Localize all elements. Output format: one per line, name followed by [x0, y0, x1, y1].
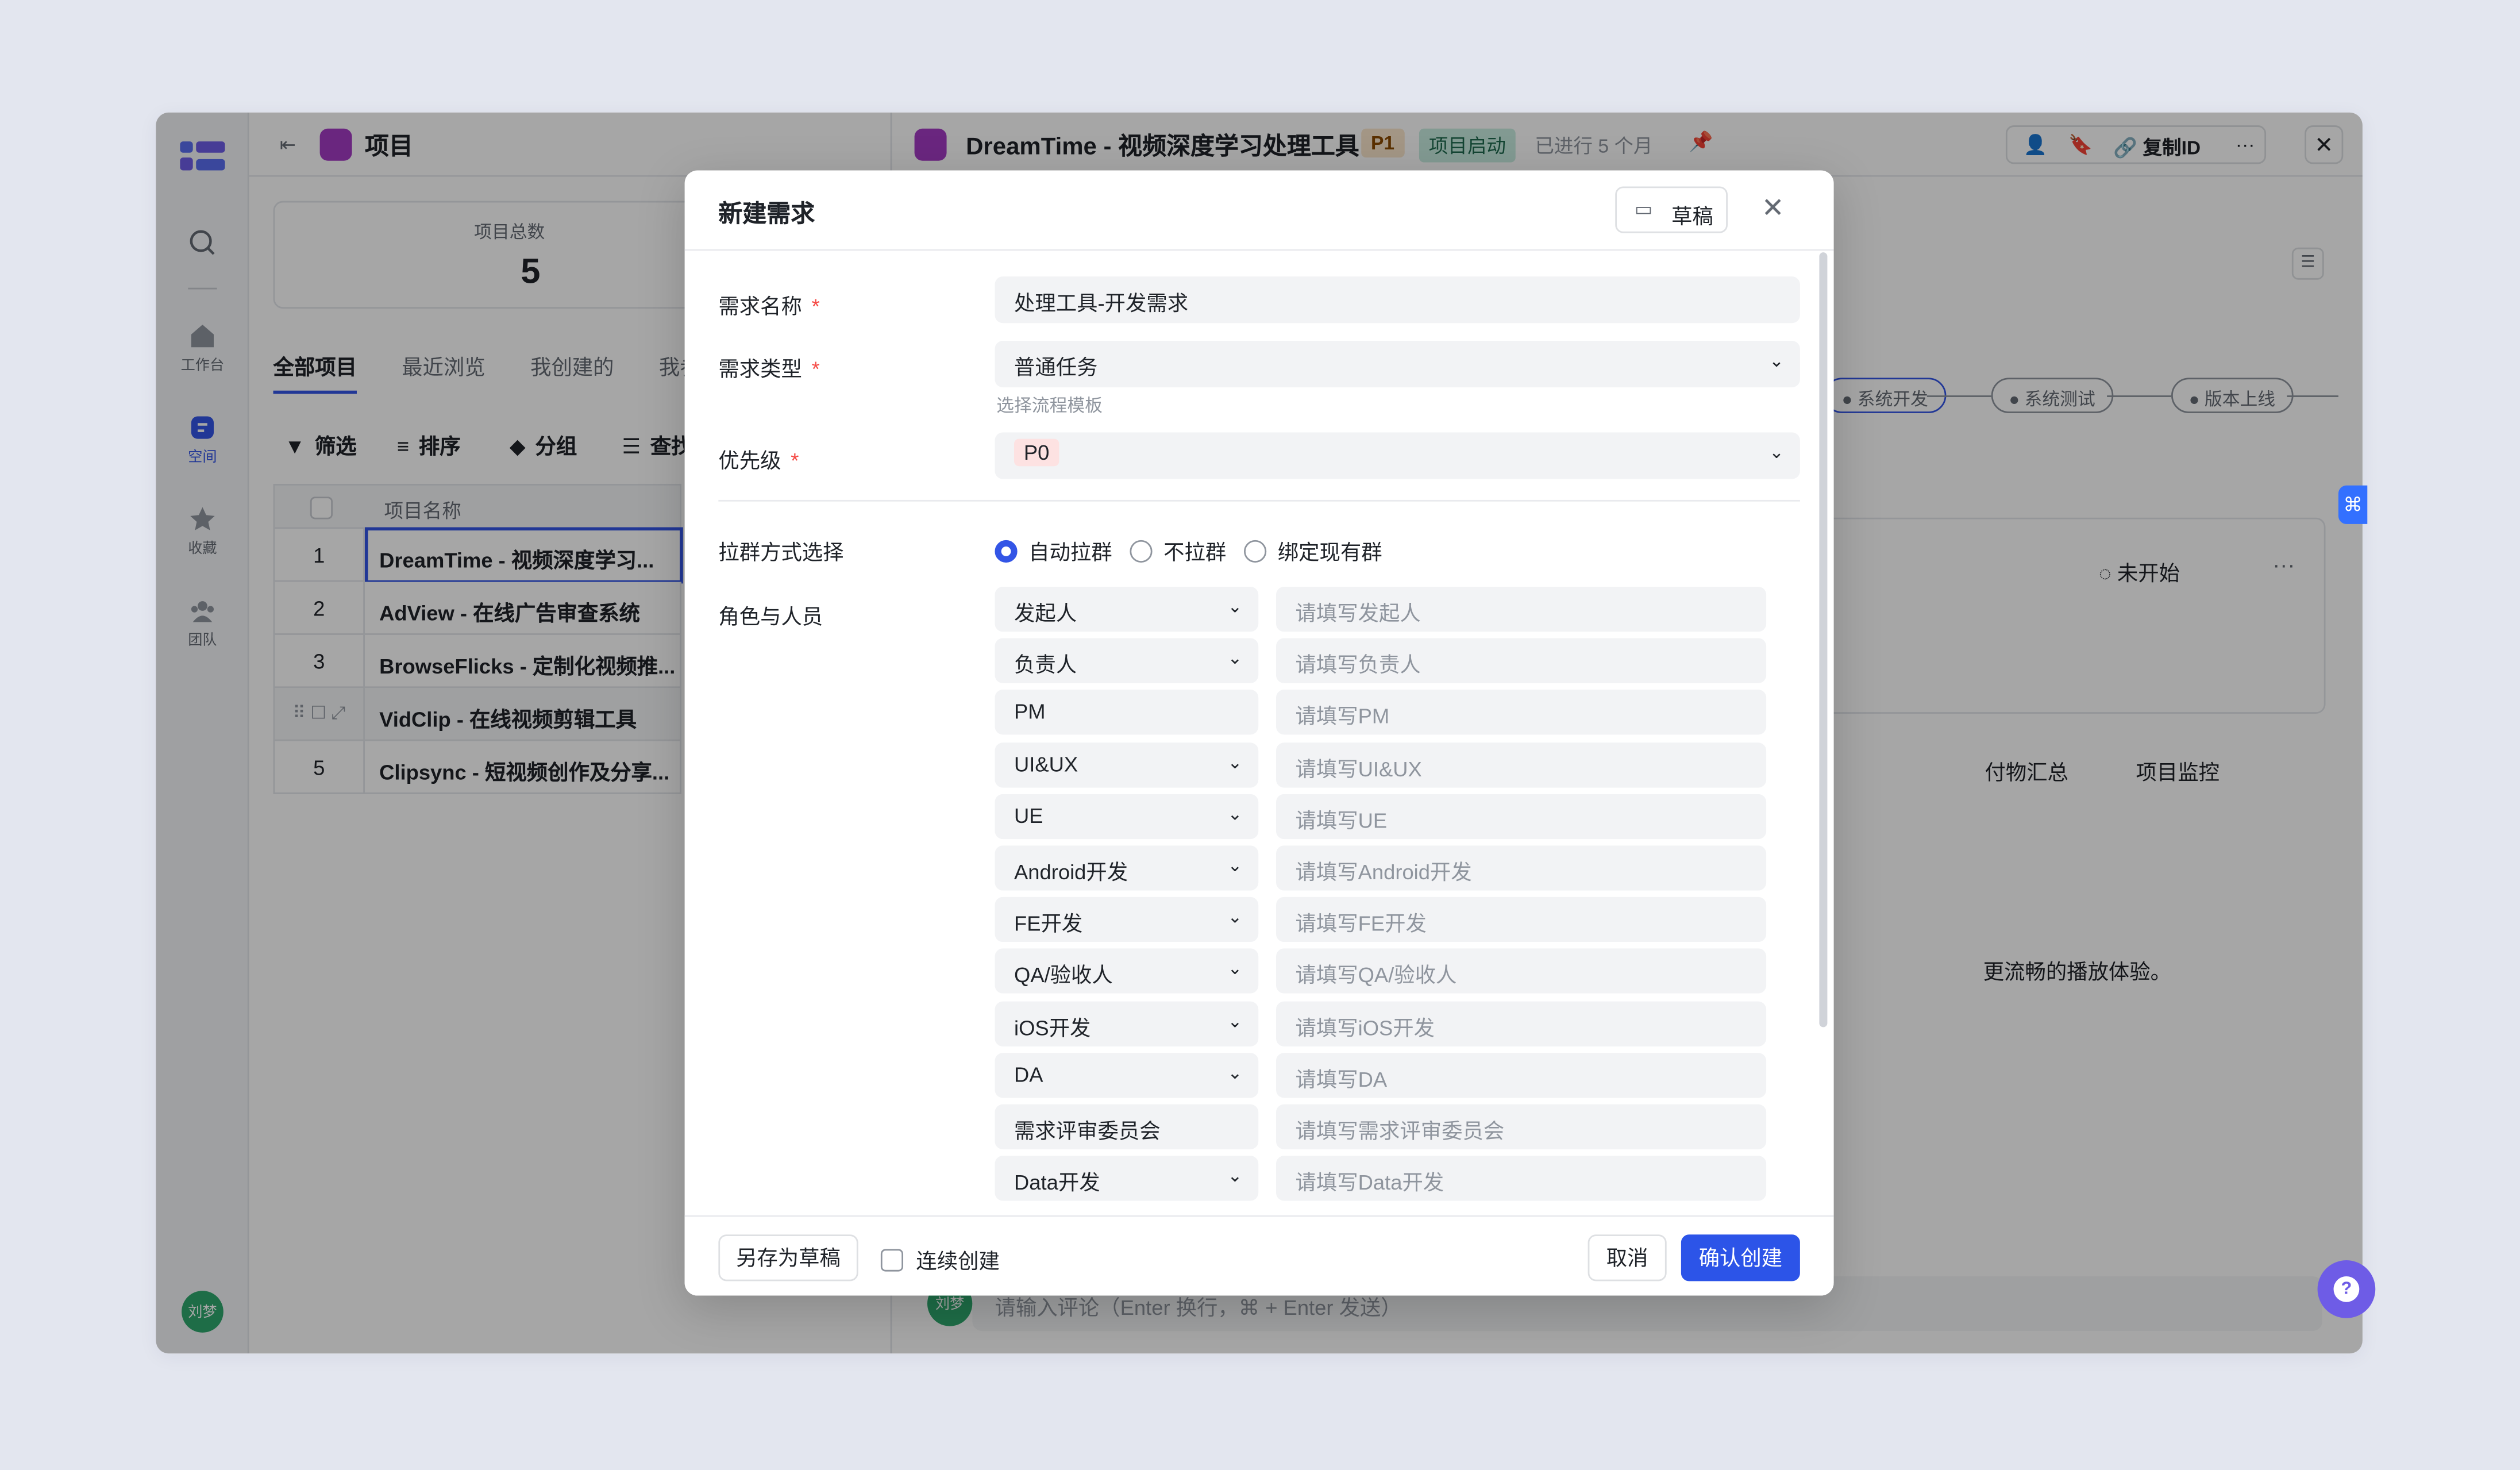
- chevron-down-icon: ⌄: [1227, 805, 1243, 825]
- new-requirement-dialog: 新建需求 ▭ 草稿 ✕ 需求名称 * 处理工具-开发需求 需求类型 * 普通任务 ⌄…: [684, 170, 1834, 1296]
- role-label: Android开发: [1014, 860, 1128, 884]
- requirement-name-input[interactable]: 处理工具-开发需求: [995, 276, 1800, 324]
- role-select[interactable]: DA ⌄: [995, 1052, 1259, 1098]
- role-member-input[interactable]: 请填写QA/验收人: [1276, 949, 1767, 994]
- dialog-footer: 另存为草稿 连续创建 取消 确认创建: [684, 1215, 1834, 1296]
- role-member-input[interactable]: 请填写Data开发: [1276, 1156, 1767, 1202]
- chevron-down-icon: ⌄: [1227, 1167, 1243, 1187]
- role-select[interactable]: QA/验收人 ⌄: [995, 949, 1259, 994]
- close-icon[interactable]: ✕: [1762, 193, 1785, 225]
- role-label: 需求评审委员会: [1014, 1118, 1161, 1143]
- radio-no-group[interactable]: 不拉群: [1130, 535, 1226, 565]
- chevron-down-icon: ⌄: [1227, 649, 1243, 669]
- chevron-down-icon: ⌄: [1227, 960, 1243, 980]
- field-label: 需求名称 *: [718, 294, 820, 318]
- radio-bind-group[interactable]: 绑定现有群: [1244, 535, 1382, 565]
- requirement-type-select[interactable]: 普通任务 ⌄: [995, 341, 1800, 388]
- divider: [718, 499, 1800, 502]
- save-draft-button[interactable]: 另存为草稿: [718, 1234, 858, 1282]
- role-member-input[interactable]: 请填写FE开发: [1276, 897, 1767, 942]
- shortcut-icon[interactable]: ⌘: [2338, 485, 2368, 524]
- continuous-create-checkbox[interactable]: 连续创建: [880, 1244, 1000, 1275]
- drafts-button[interactable]: ▭ 草稿: [1615, 186, 1728, 233]
- radio-auto-group[interactable]: 自动拉群: [995, 535, 1112, 565]
- role-select[interactable]: iOS开发 ⌄: [995, 1000, 1259, 1046]
- chevron-down-icon: ⌄: [1227, 908, 1243, 928]
- help-button[interactable]: ?: [2317, 1260, 2376, 1318]
- role-select[interactable]: Android开发 ⌄: [995, 845, 1259, 891]
- role-member-input[interactable]: 请填写UE: [1276, 794, 1767, 839]
- role-member-input[interactable]: 请填写PM: [1276, 690, 1767, 736]
- chevron-down-icon: ⌄: [1227, 1064, 1243, 1083]
- role-label: iOS开发: [1014, 1015, 1091, 1040]
- role-select[interactable]: 发起人 ⌄: [995, 586, 1259, 632]
- role-select[interactable]: PM: [995, 690, 1259, 736]
- role-select[interactable]: Data开发 ⌄: [995, 1156, 1259, 1202]
- role-member-input[interactable]: 请填写Android开发: [1276, 845, 1767, 891]
- checkbox-icon: [880, 1249, 904, 1272]
- dialog-scrollbar[interactable]: [1819, 252, 1828, 1028]
- role-label: FE开发: [1014, 911, 1083, 936]
- field-hint: 选择流程模板: [996, 397, 1103, 417]
- dialog-title: 新建需求: [718, 201, 815, 229]
- chevron-down-icon: ⌄: [1227, 1012, 1243, 1032]
- role-select[interactable]: UI&UX ⌄: [995, 742, 1259, 787]
- role-select[interactable]: 需求评审委员会: [995, 1104, 1259, 1149]
- role-label: UE: [1014, 803, 1043, 828]
- role-select[interactable]: 负责人 ⌄: [995, 638, 1259, 684]
- dialog-header: 新建需求 ▭ 草稿 ✕: [684, 171, 1834, 251]
- field-label: 角色与人员: [718, 604, 823, 629]
- inbox-icon: ▭: [1634, 198, 1653, 221]
- role-label: QA/验收人: [1014, 963, 1113, 988]
- radio-unchecked-icon: [1244, 540, 1267, 563]
- confirm-create-button[interactable]: 确认创建: [1681, 1234, 1800, 1282]
- radio-unchecked-icon: [1130, 540, 1153, 563]
- chevron-down-icon: ⌄: [1227, 598, 1243, 618]
- role-select[interactable]: FE开发 ⌄: [995, 897, 1259, 942]
- priority-select[interactable]: P0 ⌄: [995, 432, 1800, 479]
- dialog-body: 需求名称 * 处理工具-开发需求 需求类型 * 普通任务 ⌄ 选择流程模板 优先级 *…: [685, 252, 1834, 1217]
- chevron-down-icon: ⌄: [1769, 352, 1784, 372]
- chevron-down-icon: ⌄: [1227, 753, 1243, 773]
- drafts-label: 草稿: [1671, 204, 1713, 229]
- role-label: 发起人: [1014, 601, 1077, 626]
- role-member-input[interactable]: 请填写需求评审委员会: [1276, 1104, 1767, 1149]
- chevron-down-icon: ⌄: [1227, 856, 1243, 876]
- cancel-button[interactable]: 取消: [1587, 1234, 1667, 1282]
- chevron-down-icon: ⌄: [1769, 444, 1784, 463]
- role-label: Data开发: [1014, 1170, 1100, 1195]
- priority-tag: P0: [1014, 438, 1059, 467]
- field-label: 拉群方式选择: [718, 540, 844, 564]
- field-label: 优先级 *: [718, 448, 799, 473]
- role-member-input[interactable]: 请填写UI&UX: [1276, 742, 1767, 787]
- role-member-input[interactable]: 请填写负责人: [1276, 638, 1767, 684]
- role-label: PM: [1014, 699, 1046, 724]
- role-member-input[interactable]: 请填写发起人: [1276, 586, 1767, 632]
- role-member-input[interactable]: 请填写DA: [1276, 1052, 1767, 1098]
- role-label: DA: [1014, 1062, 1043, 1087]
- radio-checked-icon: [995, 540, 1018, 563]
- role-select[interactable]: UE ⌄: [995, 794, 1259, 839]
- role-label: 负责人: [1014, 653, 1077, 678]
- role-label: UI&UX: [1014, 751, 1078, 776]
- role-member-input[interactable]: 请填写iOS开发: [1276, 1000, 1767, 1046]
- field-label: 需求类型 *: [718, 356, 820, 381]
- help-icon: ?: [2333, 1276, 2360, 1302]
